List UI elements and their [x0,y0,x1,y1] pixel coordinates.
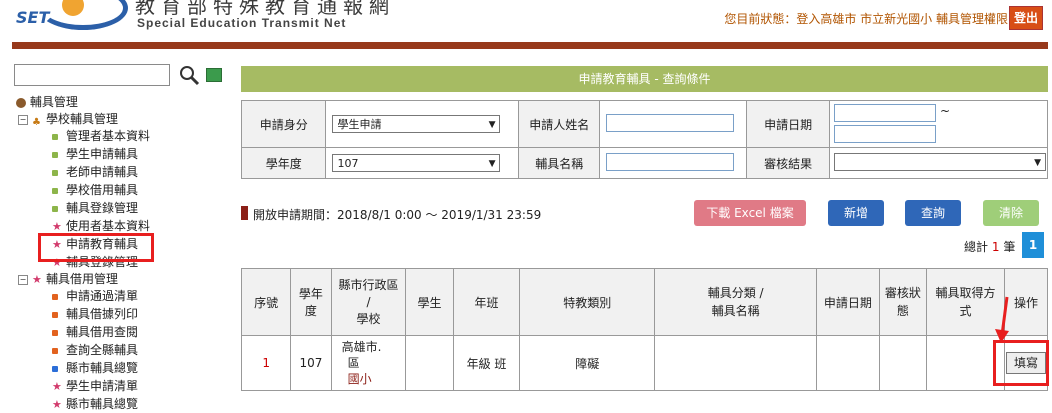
chevron-down-icon: ▼ [488,159,496,169]
col-header: 輔具分類 / 輔具名稱 [654,268,818,336]
chevron-down-icon: ▼ [488,120,496,130]
cell-aid [654,335,818,391]
results-table: 序號 學年度 縣市行政區 / 學校 學生 年班 特教類別 輔具分類 / 輔具名稱 申請… [240,268,1048,391]
star-icon: ★ [52,398,62,411]
sidebar-item-admin-info[interactable]: 管理者基本資料 [52,128,150,145]
sidebar-item-borrow-print[interactable]: 輔具借據列印 [52,306,138,323]
bullet-icon [52,170,58,176]
group-label: 學校輔具管理 [46,112,119,126]
login-status: 您目前狀態：登入高雄市 市立新光國小 輔具管理權限 [724,12,1008,26]
col-header: 學生 [405,268,454,336]
user-icon [16,97,26,108]
group-label: 輔具借用管理 [46,272,119,286]
cell-category: 障礙 [519,335,656,391]
sidebar-highlight-box [38,233,154,262]
cell-date [816,335,880,391]
panel-title: 申請教育輔具 - 查詢條件 [241,66,1048,92]
school-year-label: 學年度 [240,147,327,179]
bullet-icon [52,330,58,336]
bullet-icon [52,312,58,318]
header: SET 教育部特殊教育通報網 Special Education Transmi… [0,0,1052,42]
sidebar-search-input[interactable] [14,64,170,86]
sidebar-item-student-apply[interactable]: 學生申請輔具 [52,146,138,163]
apply-date-end-input[interactable] [834,125,936,143]
site-subtitle: Special Education Transmit Net [137,16,347,30]
applicant-name-input[interactable] [606,113,735,132]
add-button[interactable]: 新增 [828,200,884,226]
tree-root-label: 輔具管理 [29,95,78,109]
applicant-type-label: 申請身分 [240,100,327,148]
date-separator: ~ [940,104,951,118]
cell-no: 1 [240,335,292,391]
spreadsheet-icon[interactable] [206,68,222,82]
applicant-type-select[interactable]: 學生申請 ▼ [332,115,501,133]
search-button[interactable]: 查詢 [905,200,961,226]
period-marker [241,206,248,220]
bullet-icon [52,188,58,194]
sidebar-item-city-overview-2[interactable]: ★ 縣市輔具總覽 [52,396,138,413]
col-header: 學年度 [290,268,332,336]
sidebar-item-student-apply-list[interactable]: ★ 學生申請清單 [52,378,138,395]
cell-student [405,335,454,391]
clear-button[interactable]: 清除 [983,200,1039,226]
total-count: 總計 1 筆 [964,240,1016,254]
cell-review [878,335,928,391]
sidebar-item-borrow-view[interactable]: 輔具借用查閱 [52,324,138,341]
school-year-select[interactable]: 107 ▼ [332,154,501,172]
aid-name-label: 輔具名稱 [518,147,601,179]
logout-button[interactable]: 登出 [1009,6,1043,30]
set-logo: SET [10,0,128,30]
chevron-down-icon: ▼ [1034,157,1041,168]
page-button-1[interactable]: 1 [1022,232,1044,258]
group-icon: ♣ [32,117,41,128]
col-header: 縣市行政區 / 學校 [330,268,407,336]
col-header: 序號 [240,268,292,336]
query-form: 申請身分 學生申請▼ 申請人姓名 申請日期 ~ 學年度 107▼ 輔具名稱 [240,100,1048,179]
action-highlight-box [993,340,1049,386]
cell-year: 107 [290,335,332,391]
download-excel-button[interactable]: 下載 Excel 檔案 [694,200,806,226]
apply-date-label: 申請日期 [746,100,830,148]
col-header: 申請日期 [816,268,880,336]
bullet-icon [52,348,58,354]
sidebar-item-school-borrow[interactable]: 學校借用輔具 [52,182,138,199]
col-header: 特教類別 [519,268,656,336]
sidebar-item-county-aids[interactable]: 查詢全縣輔具 [52,342,138,359]
collapse-icon[interactable]: − [18,115,28,125]
cell-school: 高雄市. 區 國小 [330,335,407,391]
bullet-icon [52,206,58,212]
bullet-icon [52,294,58,300]
table-row: 1 107 高雄市. 區 國小 年級 班 障礙 填寫 [240,335,1048,391]
sidebar-item-approved-list[interactable]: 申請通過清單 [52,288,138,305]
header-divider [12,42,1048,49]
applicant-name-label: 申請人姓名 [518,100,601,148]
table-header-row: 序號 學年度 縣市行政區 / 學校 學生 年班 特教類別 輔具分類 / 輔具名稱 申請… [240,268,1048,336]
star-icon: ★ [32,273,42,286]
pointer-arrow-icon [995,296,1009,343]
aid-name-input[interactable] [606,152,735,171]
search-icon[interactable] [178,64,200,86]
review-result-select[interactable]: ▼ [834,152,1046,171]
cell-grade: 年級 班 [452,335,521,391]
col-header: 審核狀態 [878,268,928,336]
star-icon: ★ [52,380,62,393]
col-header: 年班 [452,268,521,336]
bullet-icon [52,152,58,158]
tree-root[interactable]: 輔具管理 [16,94,78,111]
review-result-label: 審核結果 [746,147,830,179]
bullet-icon [52,134,58,140]
collapse-icon[interactable]: − [18,275,28,285]
sidebar-item-aid-register[interactable]: 輔具登錄管理 [52,200,138,217]
bullet-icon [52,366,58,372]
application-period: 開放申請期間：2018/8/1 0:00 ～ 2019/1/31 23:59 [253,208,542,222]
sidebar-item-city-overview[interactable]: 縣市輔具總覽 [52,360,138,377]
apply-date-start-input[interactable] [834,104,936,122]
sidebar-item-teacher-apply[interactable]: 老師申請輔具 [52,164,138,181]
